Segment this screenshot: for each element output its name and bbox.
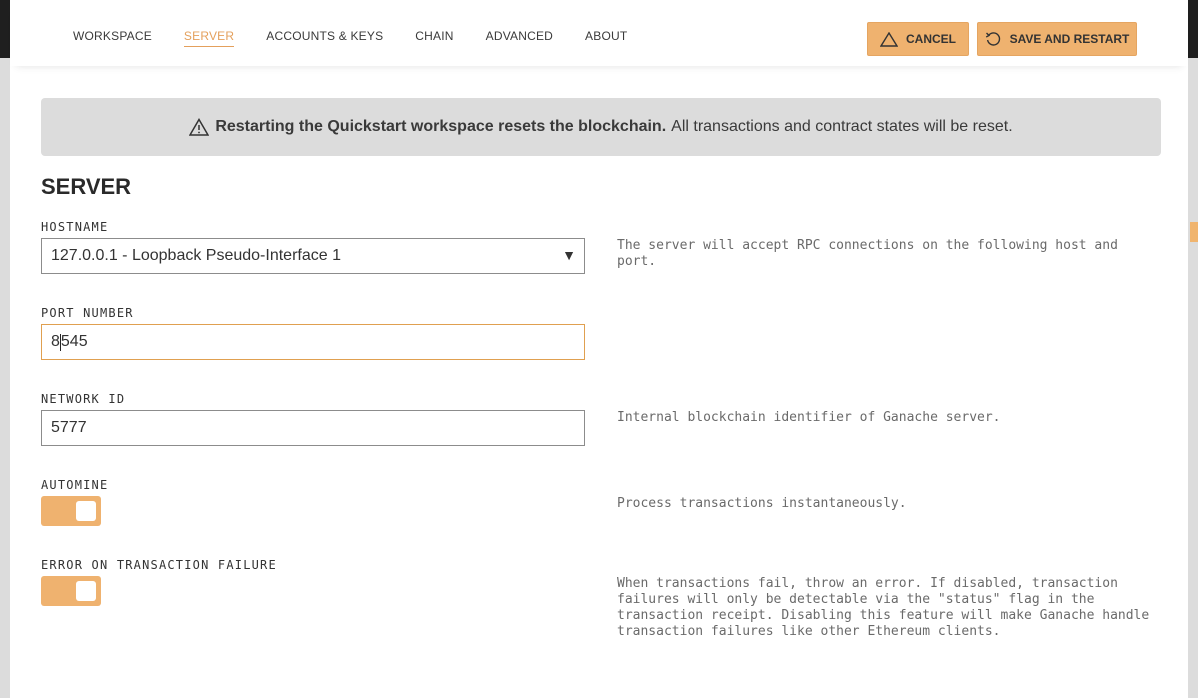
- error-on-failure-label: ERROR ON TRANSACTION FAILURE: [41, 558, 277, 572]
- port-value-end: 545: [60, 333, 88, 350]
- warning-bold-text: Restarting the Quickstart workspace rese…: [215, 118, 667, 135]
- tab-accounts-keys[interactable]: ACCOUNTS & KEYS: [266, 29, 383, 47]
- settings-tabs: WORKSPACE SERVER ACCOUNTS & KEYS CHAIN A…: [73, 29, 659, 47]
- tab-workspace[interactable]: WORKSPACE: [73, 29, 152, 47]
- hostname-description: The server will accept RPC connections o…: [617, 238, 1118, 269]
- save-and-restart-button[interactable]: SAVE AND RESTART: [977, 22, 1137, 56]
- network-id-value: 5777: [51, 419, 87, 436]
- warning-triangle-icon: [189, 118, 210, 136]
- tab-chain[interactable]: CHAIN: [415, 29, 453, 47]
- cancel-label: CANCEL: [906, 32, 956, 46]
- hostname-label: HOSTNAME: [41, 220, 109, 234]
- tab-server[interactable]: SERVER: [183, 29, 235, 47]
- port-value-start: 8: [51, 333, 60, 350]
- warning-text: All transactions and contract states wil…: [671, 118, 1013, 135]
- hostname-value: 127.0.0.1 - Loopback Pseudo-Interface 1: [51, 247, 341, 264]
- restart-warning-banner: Restarting the Quickstart workspace rese…: [41, 98, 1161, 156]
- section-title: SERVER: [41, 174, 132, 199]
- automine-label: AUTOMINE: [41, 478, 109, 492]
- automine-toggle[interactable]: [41, 496, 101, 526]
- dropdown-arrow-icon: ▼: [562, 247, 576, 263]
- toggle-knob: [76, 501, 96, 521]
- port-input[interactable]: 8 545: [41, 324, 585, 360]
- error-on-failure-description: When transactions fail, throw an error. …: [617, 576, 1150, 639]
- network-id-description: Internal blockchain identifier of Ganach…: [617, 410, 1001, 425]
- background-window-right: [1188, 0, 1198, 698]
- network-id-input[interactable]: 5777: [41, 410, 585, 446]
- toggle-knob: [76, 581, 96, 601]
- tab-about[interactable]: ABOUT: [585, 29, 627, 47]
- top-bar: WORKSPACE SERVER ACCOUNTS & KEYS CHAIN A…: [10, 0, 1188, 66]
- automine-description: Process transactions instantaneously.: [617, 496, 907, 511]
- hostname-select[interactable]: 127.0.0.1 - Loopback Pseudo-Interface 1 …: [41, 238, 585, 274]
- tab-advanced[interactable]: ADVANCED: [486, 29, 553, 47]
- settings-panel: WORKSPACE SERVER ACCOUNTS & KEYS CHAIN A…: [10, 0, 1188, 698]
- network-id-label: NETWORK ID: [41, 392, 126, 406]
- save-and-restart-label: SAVE AND RESTART: [1009, 32, 1130, 46]
- warning-triangle-icon: [880, 31, 898, 47]
- port-label: PORT NUMBER: [41, 306, 134, 320]
- error-on-failure-toggle[interactable]: [41, 576, 101, 606]
- background-window-left: [0, 0, 10, 698]
- restart-icon: [985, 31, 1002, 48]
- cancel-button[interactable]: CANCEL: [867, 22, 969, 56]
